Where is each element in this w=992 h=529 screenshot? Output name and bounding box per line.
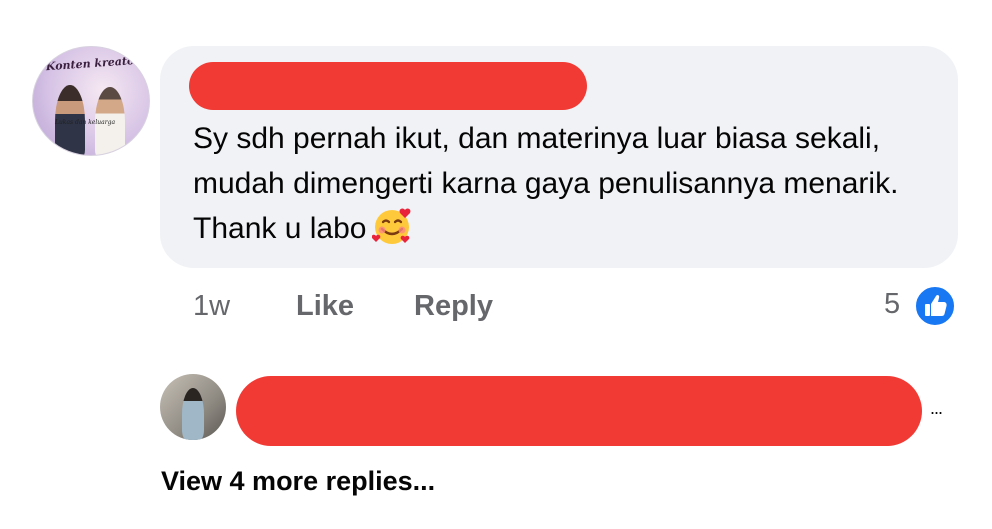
comment-timestamp[interactable]: 1w bbox=[193, 290, 230, 323]
more-options-icon[interactable]: ... bbox=[930, 398, 943, 419]
comment-text: Sy sdh pernah ikut, dan materinya luar b… bbox=[193, 122, 899, 245]
reply-author-avatar[interactable] bbox=[160, 374, 226, 440]
redacted-commenter-name bbox=[189, 62, 587, 110]
avatar-banner-text: Konten kreator bbox=[45, 53, 141, 74]
like-button[interactable]: Like bbox=[296, 290, 354, 323]
commenter-avatar[interactable]: Konten kreator Lukas dan keluarga bbox=[32, 46, 150, 156]
view-more-replies-link[interactable]: View 4 more replies... bbox=[161, 466, 435, 497]
comment-body: Sy sdh pernah ikut, dan materinya luar b… bbox=[193, 116, 933, 251]
redacted-reply-preview bbox=[236, 376, 922, 446]
avatar-caption-text: Lukas dan keluarga bbox=[54, 119, 116, 126]
smiling-face-with-hearts-icon bbox=[372, 208, 411, 244]
avatar-figure bbox=[182, 388, 204, 440]
reply-button[interactable]: Reply bbox=[414, 290, 493, 323]
like-icon[interactable] bbox=[913, 284, 957, 328]
reaction-count[interactable]: 5 bbox=[884, 288, 900, 321]
